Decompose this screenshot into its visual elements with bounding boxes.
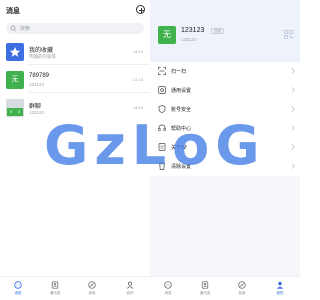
trash-icon — [158, 162, 166, 170]
tab-label: 探索 — [238, 291, 246, 295]
tab-messages[interactable]: 消息 — [158, 281, 178, 299]
tab-contacts[interactable]: 通讯录 — [45, 281, 65, 299]
tab-label: 消息 — [164, 291, 172, 295]
tab-label: 我的 — [126, 291, 134, 295]
tab-explore[interactable]: 探索 — [82, 281, 102, 299]
chat-icon — [14, 281, 22, 289]
chat-preview: 123123 — [29, 110, 45, 115]
chat-time: 14:13 — [133, 77, 144, 82]
info-icon — [158, 143, 166, 151]
chat-item-user[interactable]: 无 789789 123123 14:13 — [0, 69, 150, 95]
bottom-tab-bar: 消息 通讯录 探索 我的 — [0, 276, 150, 300]
menu-item-clear-settings[interactable]: 清除设置 — [150, 157, 300, 175]
menu-item-account-security[interactable]: 账号安全 — [150, 100, 300, 118]
search-input[interactable]: 搜索 — [6, 23, 144, 34]
tab-label: 我的 — [276, 291, 284, 295]
star-icon — [9, 47, 21, 57]
messages-screen: 消息 搜索 我的收藏 传输的内容等 14:13 无 789789 123123 — [0, 0, 150, 300]
divider — [29, 64, 150, 65]
chat-icon — [164, 281, 172, 289]
chevron-right-icon — [291, 87, 295, 93]
chat-item-group[interactable]: 9 3 群聊 123123 14:16 — [0, 97, 150, 123]
menu-item-help-center[interactable]: 帮助中心 — [150, 119, 300, 137]
tab-label: 通讯录 — [199, 291, 211, 295]
person-icon — [277, 281, 283, 289]
qr-code-icon[interactable] — [284, 30, 293, 39]
tab-me[interactable]: 我的 — [120, 281, 140, 299]
settings-icon — [158, 86, 166, 94]
menu-label: 帮助中心 — [171, 126, 192, 132]
menu-item-scan[interactable]: 扫一扫 — [150, 62, 300, 80]
add-button[interactable] — [136, 5, 145, 14]
headset-icon — [158, 124, 166, 132]
shield-icon — [158, 105, 166, 113]
menu-label: 账号安全 — [171, 107, 192, 113]
menu-label: 通用设置 — [171, 88, 192, 94]
chevron-right-icon — [291, 106, 295, 112]
chat-name: 我的收藏 — [29, 48, 54, 54]
person-icon — [126, 281, 134, 289]
profile-screen: 无 123123 在线 123123 扫一扫 通用设置 账号安全 帮助中心 关于… — [150, 0, 300, 300]
contacts-icon — [201, 281, 209, 289]
profile-name: 123123 — [181, 27, 205, 34]
chevron-right-icon — [291, 125, 295, 131]
profile-header[interactable]: 无 123123 在线 123123 — [150, 0, 300, 62]
menu-item-general-settings[interactable]: 通用设置 — [150, 81, 300, 99]
tab-label: 通讯录 — [49, 291, 61, 295]
favorites-avatar — [6, 43, 24, 61]
settings-menu: 扫一扫 通用设置 账号安全 帮助中心 关于IM 清除设置 — [150, 62, 300, 176]
search-placeholder: 搜索 — [20, 26, 31, 32]
tab-me[interactable]: 我的 — [270, 281, 290, 299]
avatar: 无 — [6, 71, 24, 89]
page-title: 消息 — [6, 8, 20, 15]
menu-item-about[interactable]: 关于IM — [150, 138, 300, 156]
chat-name: 789789 — [29, 73, 50, 79]
chat-preview: 传输的内容等 — [29, 54, 56, 59]
group-avatar: 9 3 — [6, 99, 24, 117]
menu-label: 清除设置 — [171, 164, 192, 170]
messages-header: 消息 — [0, 0, 150, 20]
group-avatar-cell: 3 — [15, 108, 23, 116]
chevron-right-icon — [291, 144, 295, 150]
plus-icon — [139, 8, 144, 13]
menu-label: 关于IM — [171, 145, 187, 151]
divider — [29, 92, 150, 93]
compass-icon — [238, 281, 246, 289]
chevron-right-icon — [291, 163, 295, 169]
chat-item-favorites[interactable]: 我的收藏 传输的内容等 14:13 — [0, 41, 150, 67]
bottom-tab-bar: 消息 通讯录 探索 我的 — [150, 276, 300, 300]
group-avatar-cell: 9 — [7, 108, 15, 116]
contacts-icon — [51, 281, 59, 289]
chat-name: 群聊 — [29, 104, 42, 110]
menu-label: 扫一扫 — [171, 69, 187, 75]
tab-label: 消息 — [14, 291, 22, 295]
tab-contacts[interactable]: 通讯录 — [195, 281, 215, 299]
chat-preview: 123123 — [29, 82, 45, 87]
profile-id: 123123 — [181, 37, 197, 42]
status-badge: 在线 — [211, 28, 224, 34]
tab-messages[interactable]: 消息 — [8, 281, 28, 299]
scan-icon — [158, 67, 166, 75]
compass-icon — [88, 281, 96, 289]
search-icon — [10, 25, 17, 32]
avatar: 无 — [158, 26, 176, 44]
chat-time: 14:13 — [133, 49, 144, 54]
tab-label: 探索 — [88, 291, 96, 295]
chevron-right-icon — [291, 68, 295, 74]
tab-explore[interactable]: 探索 — [232, 281, 252, 299]
chat-time: 14:16 — [133, 105, 144, 110]
